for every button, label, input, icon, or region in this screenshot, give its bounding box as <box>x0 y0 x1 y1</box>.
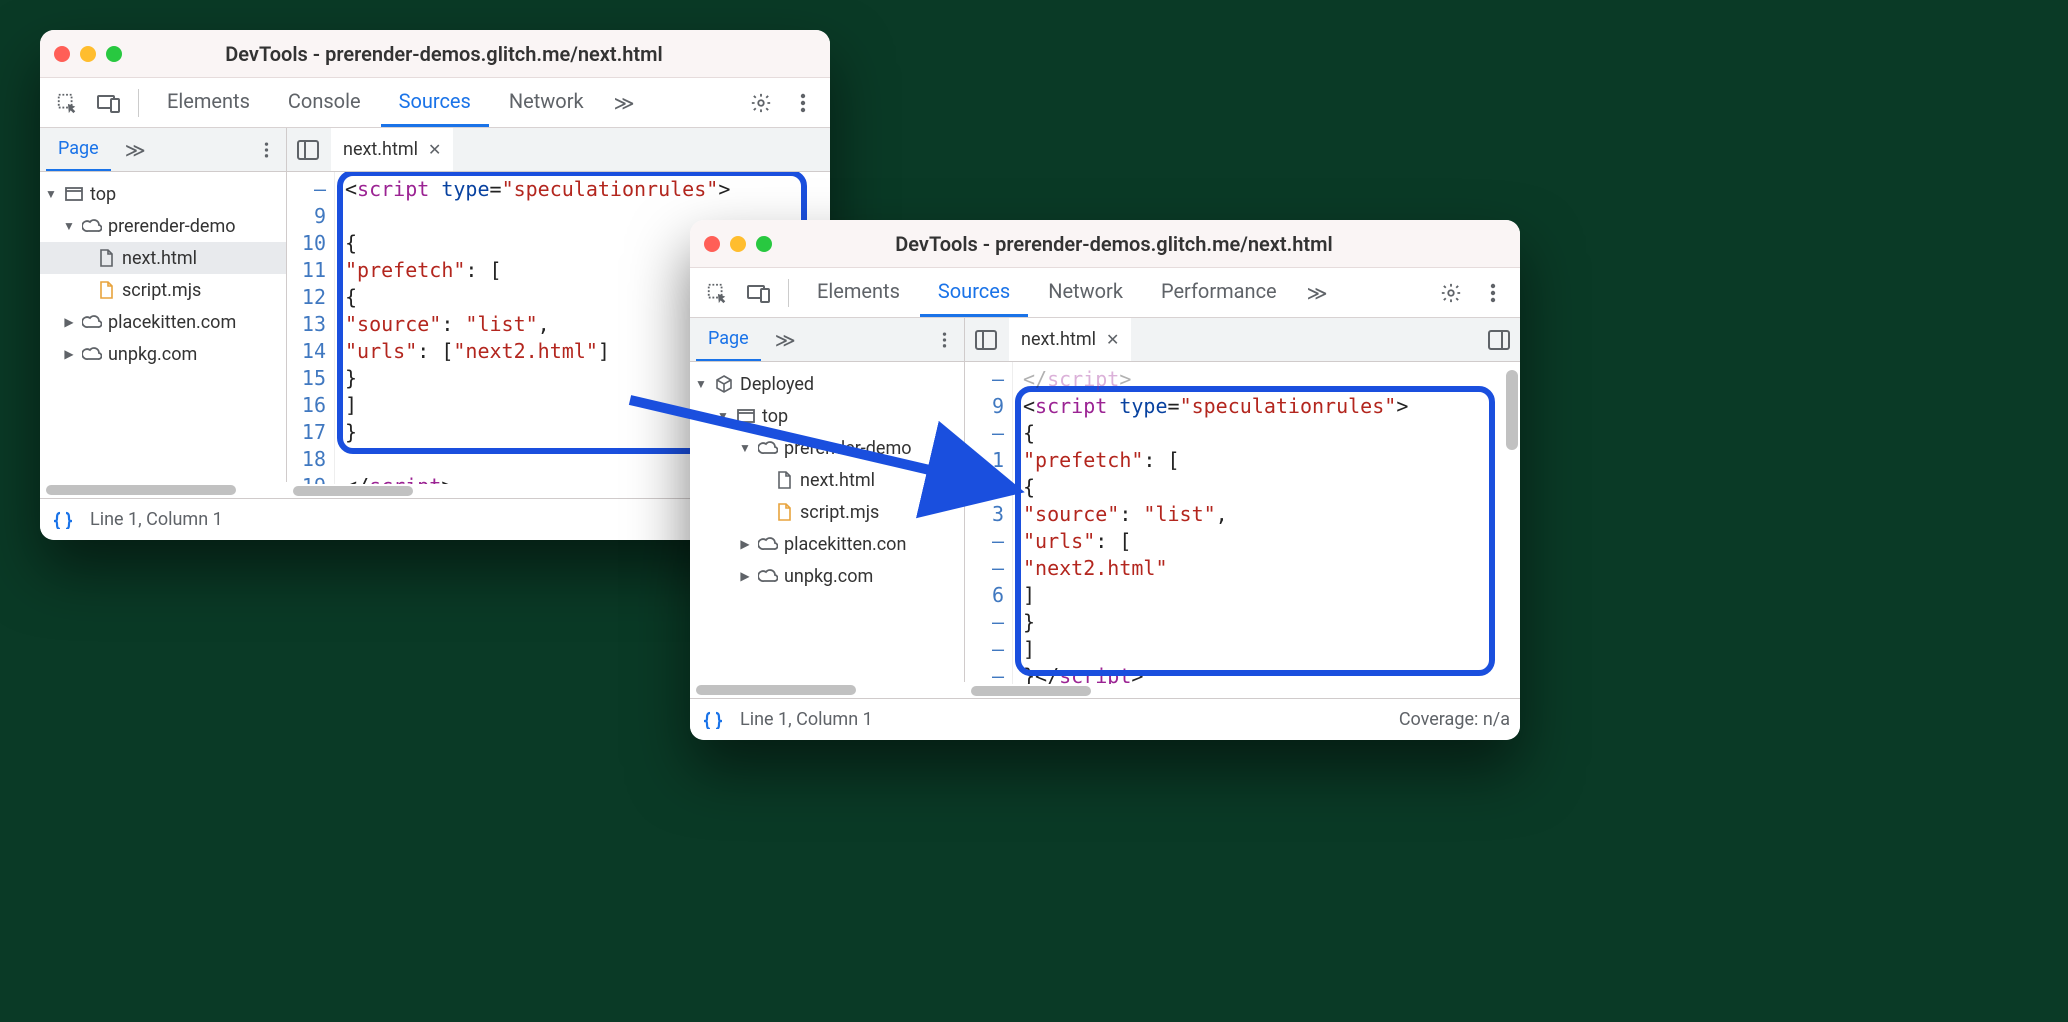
close-tab-icon[interactable]: ✕ <box>1106 330 1119 349</box>
navigator-kebab-icon[interactable] <box>252 131 280 169</box>
tree-label: unpkg.com <box>108 344 197 365</box>
file-tab-next-html[interactable]: next.html ✕ <box>331 128 453 171</box>
cloud-icon <box>758 534 778 554</box>
inspect-element-icon[interactable] <box>698 274 736 312</box>
file-icon <box>96 248 116 268</box>
titlebar: DevTools - prerender-demos.glitch.me/nex… <box>690 220 1520 268</box>
file-tab-label: next.html <box>343 139 418 160</box>
editor-horizontal-scrollbar[interactable] <box>965 684 1520 698</box>
main-toolbar: Elements Console Sources Network ≫ <box>40 78 830 128</box>
tree-label: top <box>90 184 116 205</box>
close-window-button[interactable] <box>54 46 70 62</box>
frame-icon <box>64 184 84 204</box>
device-toolbar-icon[interactable] <box>90 84 128 122</box>
settings-gear-icon[interactable] <box>742 84 780 122</box>
window-controls <box>704 236 772 252</box>
annotation-arrow <box>620 380 1040 520</box>
tree-top-frame[interactable]: ▼ top <box>40 178 286 210</box>
toolbar-divider <box>138 89 139 117</box>
window-title: DevTools - prerender-demos.glitch.me/nex… <box>132 42 756 66</box>
close-tab-icon[interactable]: ✕ <box>428 140 441 159</box>
toggle-navigator-icon[interactable] <box>293 131 323 169</box>
panel-tabs: Elements Sources Network Performance ≫ <box>799 268 1338 317</box>
more-tabs-chevron-icon[interactable]: ≫ <box>1297 268 1338 317</box>
editor-tabbar: next.html ✕ <box>965 318 1520 361</box>
navigator-tabs: Page ≫ <box>40 128 287 171</box>
tab-sources[interactable]: Sources <box>920 268 1028 317</box>
file-tab-next-html[interactable]: next.html ✕ <box>1009 318 1131 361</box>
navigator-horizontal-scrollbar[interactable] <box>690 682 965 698</box>
tree-unpkg[interactable]: ▶ unpkg.com <box>40 338 286 370</box>
file-navigator[interactable]: ▼ top ▼ prerender-demo next.html script.… <box>40 172 287 498</box>
zoom-window-button[interactable] <box>106 46 122 62</box>
tree-label: unpkg.com <box>784 566 873 587</box>
subtab-page[interactable]: Page <box>46 128 111 171</box>
status-bar: Line 1, Column 1 Coverage: n/a <box>690 698 1520 740</box>
cloud-icon <box>82 216 102 236</box>
tree-label: next.html <box>122 248 197 269</box>
tab-elements[interactable]: Elements <box>799 268 918 317</box>
code-editor[interactable]: – 9 – 1 – 3 – – 6 – – – 20 </script> <box>965 362 1520 698</box>
coverage-label[interactable]: Coverage: n/a <box>1399 709 1510 730</box>
code-content[interactable]: </script> <script type="speculationrules… <box>1013 362 1520 684</box>
js-file-icon <box>96 280 116 300</box>
line-gutter: – 9 10 11 12 13 14 15 16 17 18 19 – <box>287 172 335 484</box>
toggle-navigator-icon[interactable] <box>971 321 1001 359</box>
cursor-position: Line 1, Column 1 <box>740 709 873 730</box>
tree-label: prerender-demo <box>108 216 236 237</box>
sources-subbar: Page ≫ next.html ✕ <box>690 318 1520 362</box>
panel-tabs: Elements Console Sources Network ≫ <box>149 78 645 127</box>
device-toolbar-icon[interactable] <box>740 274 778 312</box>
tab-sources[interactable]: Sources <box>381 78 489 127</box>
cursor-position: Line 1, Column 1 <box>90 509 223 530</box>
tab-elements[interactable]: Elements <box>149 78 268 127</box>
tree-placekitten[interactable]: ▶ placekitten.com <box>40 306 286 338</box>
navigator-more-chevron-icon[interactable]: ≫ <box>765 328 806 352</box>
minimize-window-button[interactable] <box>80 46 96 62</box>
tree-file-script-mjs[interactable]: script.mjs <box>40 274 286 306</box>
cloud-icon <box>82 344 102 364</box>
tree-label: placekitten.com <box>108 312 236 333</box>
pretty-print-icon[interactable] <box>50 501 76 539</box>
subtab-page[interactable]: Page <box>696 318 761 361</box>
tree-placekitten[interactable]: ▶ placekitten.con <box>690 528 964 560</box>
navigator-horizontal-scrollbar[interactable] <box>40 482 287 498</box>
titlebar: DevTools - prerender-demos.glitch.me/nex… <box>40 30 830 78</box>
kebab-menu-icon[interactable] <box>1474 274 1512 312</box>
cloud-icon <box>82 312 102 332</box>
tab-console[interactable]: Console <box>270 78 379 127</box>
cloud-icon <box>758 566 778 586</box>
tab-network[interactable]: Network <box>491 78 602 127</box>
tree-label: script.mjs <box>122 280 201 301</box>
minimize-window-button[interactable] <box>730 236 746 252</box>
navigator-kebab-icon[interactable] <box>930 321 958 359</box>
kebab-menu-icon[interactable] <box>784 84 822 122</box>
toolbar-divider <box>788 279 789 307</box>
window-controls <box>54 46 122 62</box>
tree-domain[interactable]: ▼ prerender-demo <box>40 210 286 242</box>
navigator-more-chevron-icon[interactable]: ≫ <box>115 138 156 162</box>
pretty-print-icon[interactable] <box>700 701 726 739</box>
tab-performance[interactable]: Performance <box>1143 268 1295 317</box>
settings-gear-icon[interactable] <box>1432 274 1470 312</box>
editor-tabbar: next.html ✕ <box>287 128 830 171</box>
close-window-button[interactable] <box>704 236 720 252</box>
tree-unpkg[interactable]: ▶ unpkg.com <box>690 560 964 592</box>
tree-label: placekitten.con <box>784 534 906 555</box>
more-tabs-chevron-icon[interactable]: ≫ <box>604 78 645 127</box>
toggle-debugger-icon[interactable] <box>1484 321 1514 359</box>
editor-vertical-scrollbar[interactable] <box>1504 362 1518 684</box>
file-tab-label: next.html <box>1021 329 1096 350</box>
window-title: DevTools - prerender-demos.glitch.me/nex… <box>782 232 1446 256</box>
tab-network[interactable]: Network <box>1030 268 1141 317</box>
navigator-tabs: Page ≫ <box>690 318 965 361</box>
inspect-element-icon[interactable] <box>48 84 86 122</box>
main-toolbar: Elements Sources Network Performance ≫ <box>690 268 1520 318</box>
tree-file-next-html[interactable]: next.html <box>40 242 286 274</box>
zoom-window-button[interactable] <box>756 236 772 252</box>
sources-subbar: Page ≫ next.html ✕ <box>40 128 830 172</box>
